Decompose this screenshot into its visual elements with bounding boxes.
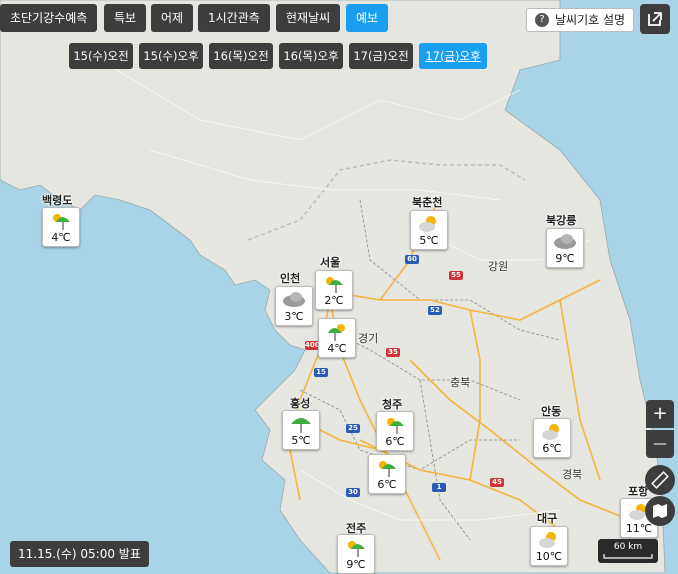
- map-layer-button[interactable]: [645, 496, 675, 526]
- tab-nowcast-precip[interactable]: 초단기강수예측: [0, 4, 98, 32]
- tab-hourly-obs[interactable]: 1시간관측: [198, 4, 270, 32]
- station-name: 북강릉: [546, 214, 577, 227]
- highway-shield: 35: [386, 348, 400, 357]
- station-card[interactable]: 4℃: [318, 318, 356, 358]
- sun-cloud-icon: [419, 216, 436, 232]
- umbrella-sun-icon: [53, 214, 70, 230]
- help-label: 날씨기호 설명: [555, 13, 626, 27]
- station-name: 안동: [541, 405, 562, 418]
- question-icon: ?: [535, 13, 549, 27]
- region-label: 경기: [358, 332, 379, 345]
- station-card[interactable]: 6℃: [368, 454, 406, 494]
- station-card[interactable]: 6℃: [376, 411, 414, 451]
- station-card[interactable]: 10℃: [530, 526, 568, 566]
- temperature: 4℃: [51, 231, 71, 244]
- station-card[interactable]: 4℃: [42, 207, 80, 247]
- tab-warnings[interactable]: 특보: [104, 4, 147, 32]
- sun-cloud-icon: [542, 424, 559, 440]
- station-card[interactable]: 5℃: [282, 410, 320, 450]
- temperature: 6℃: [542, 442, 562, 455]
- highway-shield: 25: [346, 424, 360, 433]
- time-17-pm[interactable]: 17(금)오후: [419, 43, 487, 69]
- scale-bar: [603, 554, 653, 559]
- map-scale: 60 km: [598, 539, 658, 563]
- station-name: 인천: [280, 272, 301, 285]
- station-name: 서울: [320, 256, 341, 269]
- station-card[interactable]: 5℃: [410, 210, 448, 250]
- temperature: 9℃: [346, 558, 366, 571]
- region-label: 강원: [488, 260, 509, 273]
- highway-shield: 52: [428, 306, 442, 315]
- time-17-am[interactable]: 17(금)오전: [349, 43, 413, 69]
- issue-time: 11.15.(수) 05:00 발표: [10, 541, 149, 567]
- umbrella-icon: [291, 418, 311, 433]
- highway-shield: 1: [432, 483, 446, 492]
- umbrella-sun-icon: [379, 461, 396, 477]
- map-icon: [653, 504, 667, 518]
- cloud-icon: [554, 234, 576, 249]
- station-card[interactable]: 2℃: [315, 270, 353, 310]
- sun-cloud-icon: [539, 532, 556, 548]
- time-16-pm[interactable]: 16(목)오후: [279, 43, 343, 69]
- ruler-tool-button[interactable]: [645, 465, 675, 495]
- highway-shield: 45: [490, 478, 504, 487]
- temperature: 2℃: [324, 294, 344, 307]
- highway-shield: 15: [314, 368, 328, 377]
- umbrella-sun-icon: [326, 277, 343, 293]
- highway-shield: 60: [405, 255, 419, 264]
- temperature: 9℃: [555, 252, 575, 265]
- umbrella-sun-icon: [328, 324, 345, 341]
- station-name: 청주: [382, 398, 403, 411]
- station-name: 북춘천: [412, 196, 443, 209]
- umbrella-sun-icon: [387, 418, 404, 434]
- tab-forecast[interactable]: 예보: [346, 4, 389, 32]
- temperature: 5℃: [419, 234, 439, 247]
- ruler-icon: [651, 471, 669, 489]
- zoom-in-button[interactable]: +: [646, 400, 674, 428]
- temperature: 4℃: [327, 342, 347, 355]
- external-link-icon: [648, 12, 662, 26]
- region-label: 충북: [450, 376, 471, 389]
- time-15-am[interactable]: 15(수)오전: [69, 43, 133, 69]
- station-card[interactable]: 6℃: [533, 418, 571, 458]
- station-name: 백령도: [42, 194, 73, 207]
- temperature: 10℃: [535, 550, 563, 563]
- highway-shield: 30: [346, 488, 360, 497]
- tab-yesterday[interactable]: 어제: [151, 4, 194, 32]
- share-button[interactable]: [640, 4, 670, 34]
- umbrella-sun-icon: [348, 541, 365, 557]
- highway-shield: 55: [449, 271, 463, 280]
- temperature: 5℃: [291, 434, 311, 447]
- zoom-out-button[interactable]: —: [646, 430, 674, 458]
- station-card[interactable]: 3℃: [275, 286, 313, 326]
- temperature: 3℃: [284, 310, 304, 323]
- tab-current-weather[interactable]: 현재날씨: [276, 4, 341, 32]
- weather-symbol-help-button[interactable]: ? 날씨기호 설명: [526, 8, 634, 32]
- region-label: 경북: [562, 468, 583, 481]
- cloud-icon: [283, 292, 305, 307]
- temperature: 6℃: [377, 478, 397, 491]
- station-name: 대구: [537, 512, 558, 525]
- station-card[interactable]: 9℃: [337, 534, 375, 574]
- temperature: 6℃: [385, 435, 405, 448]
- highway-shield: 400: [305, 341, 320, 350]
- station-name: 홍성: [290, 397, 311, 410]
- station-card[interactable]: 9℃: [546, 228, 584, 268]
- time-16-am[interactable]: 16(목)오전: [209, 43, 273, 69]
- time-15-pm[interactable]: 15(수)오후: [139, 43, 203, 69]
